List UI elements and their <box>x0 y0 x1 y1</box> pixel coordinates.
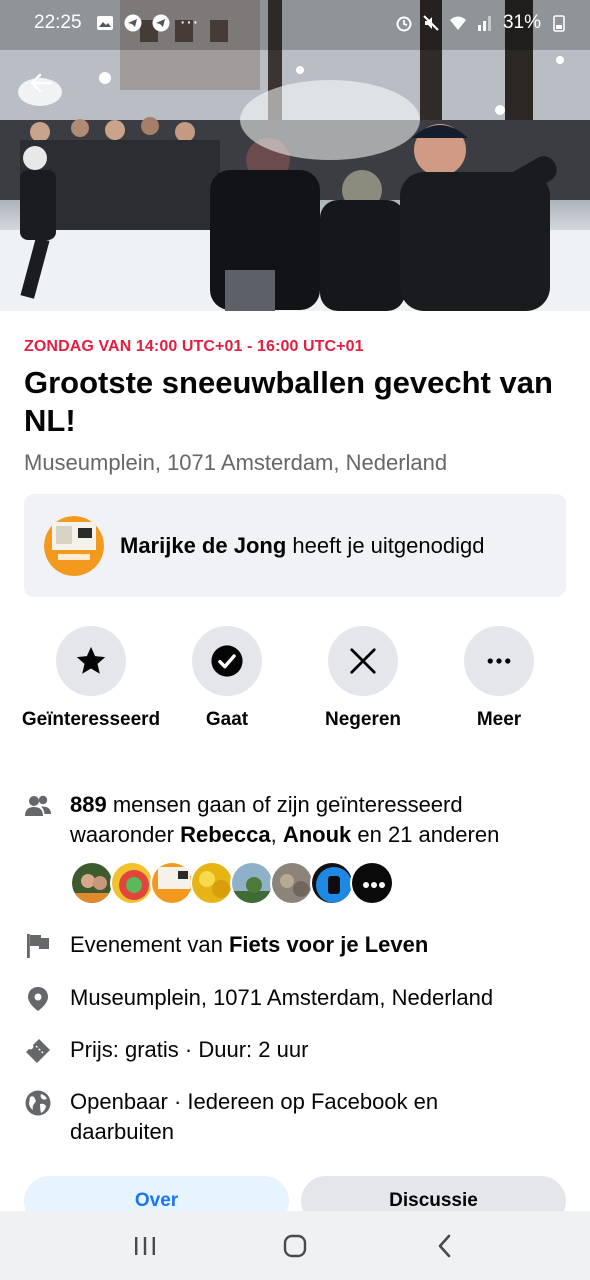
interested-button[interactable]: Geïnteresseerd <box>21 626 161 734</box>
chevron-left-icon <box>438 1234 451 1257</box>
organizer-prefix: Evenement van <box>70 932 229 957</box>
avatar[interactable] <box>350 861 394 905</box>
ticket-icon <box>26 1039 50 1063</box>
event-location-subtitle[interactable]: Museumplein, 1071 Amsterdam, Nederland <box>24 450 447 476</box>
ignore-label: Negeren <box>324 709 402 730</box>
status-bar: 22:25 ··· 31% <box>0 0 590 46</box>
attendees-text: 889 mensen gaan of zijn geïnteresseerd w… <box>70 790 499 850</box>
avatar[interactable] <box>270 861 314 905</box>
telegram-icon <box>152 14 170 32</box>
status-time: 22:25 <box>34 12 82 33</box>
people-icon <box>25 795 51 816</box>
interested-label: Geïnteresseerd <box>21 709 161 730</box>
privacy-row: Openbaar · Iedereen op Facebook en daarb… <box>24 1087 566 1147</box>
inviter-name[interactable]: Marijke de Jong <box>120 533 286 558</box>
location-row[interactable]: Museumplein, 1071 Amsterdam, Nederland <box>24 983 566 1013</box>
more-circle[interactable] <box>464 626 534 696</box>
snowball-fight-photo <box>0 0 590 311</box>
avatar[interactable] <box>230 861 274 905</box>
price-row: Prijs: gratis · Duur: 2 uur <box>24 1035 566 1065</box>
invitation-text: Marijke de Jong heeft je uitgenodigd <box>120 533 484 559</box>
location-text: Museumplein, 1071 Amsterdam, Nederland <box>70 985 494 1010</box>
attendees-label: mensen gaan of zijn geïnteresseerd <box>106 792 463 817</box>
price-duration-text: Prijs: gratis · Duur: 2 uur <box>70 1037 309 1062</box>
more-label: Meer <box>476 709 522 730</box>
going-button[interactable]: Gaat <box>157 626 297 734</box>
interested-circle[interactable] <box>56 626 126 696</box>
attendees-count: 889 <box>70 792 107 817</box>
friend-anouk[interactable]: Anouk <box>283 822 351 847</box>
avatar[interactable] <box>190 861 234 905</box>
wifi-icon <box>449 16 466 30</box>
going-label: Gaat <box>205 709 249 730</box>
recent-apps-icon <box>135 1236 155 1255</box>
among-suffix: en 21 anderen <box>351 822 500 847</box>
avatar[interactable] <box>150 861 194 905</box>
home-button[interactable] <box>280 1231 310 1261</box>
cover-photo <box>0 0 590 311</box>
invitation-card[interactable]: Marijke de Jong heeft je uitgenodigd <box>24 494 566 597</box>
recent-apps-button[interactable] <box>130 1231 160 1261</box>
more-button[interactable]: Meer <box>429 626 569 734</box>
avatar[interactable] <box>110 861 154 905</box>
organizer-row[interactable]: Evenement van Fiets voor je Leven <box>24 930 566 960</box>
organizer-name[interactable]: Fiets voor je Leven <box>229 932 428 957</box>
friend-rebecca[interactable]: Rebecca <box>180 822 271 847</box>
back-arrow-icon[interactable] <box>28 70 54 96</box>
close-icon <box>350 648 376 674</box>
globe-icon <box>25 1090 51 1116</box>
invitation-message: heeft je uitgenodigd <box>286 532 485 558</box>
notification-overflow: ··· <box>179 12 199 33</box>
inviter-avatar[interactable] <box>44 515 104 576</box>
check-circle-icon <box>211 645 243 677</box>
privacy-text: Openbaar · Iedereen op Facebook en daarb… <box>70 1089 439 1144</box>
friend-separator: , <box>270 822 283 847</box>
system-back-button[interactable] <box>430 1231 460 1261</box>
avatar[interactable] <box>310 861 354 905</box>
avatar[interactable] <box>70 861 114 905</box>
home-icon <box>283 1234 307 1257</box>
battery-percent: 31% <box>502 12 541 33</box>
star-icon <box>76 646 106 674</box>
event-actions: Geïnteresseerd Gaat Negeren Meer <box>0 626 590 766</box>
alarm-icon <box>396 16 412 32</box>
telegram-icon <box>124 14 142 32</box>
signal-icon <box>477 16 491 31</box>
ignore-circle[interactable] <box>328 626 398 696</box>
system-nav-bar <box>0 1211 590 1280</box>
battery-icon <box>553 15 565 32</box>
ignore-button[interactable]: Negeren <box>293 626 433 734</box>
event-title: Grootste sneeuwballen gevecht van NL! <box>24 365 553 438</box>
among-prefix: waaronder <box>70 822 181 847</box>
event-date: ZONDAG VAN 14:00 UTC+01 - 16:00 UTC+01 <box>24 338 364 355</box>
gallery-icon <box>96 16 113 30</box>
flag-icon <box>27 934 49 958</box>
going-circle[interactable] <box>192 626 262 696</box>
location-pin-icon <box>28 987 48 1011</box>
organizer-text: Evenement van Fiets voor je Leven <box>70 930 428 960</box>
more-icon <box>487 658 511 664</box>
attendee-avatars[interactable] <box>70 861 394 905</box>
mute-icon <box>423 15 439 31</box>
attendees-row[interactable]: 889 mensen gaan of zijn geïnteresseerd w… <box>24 790 566 850</box>
